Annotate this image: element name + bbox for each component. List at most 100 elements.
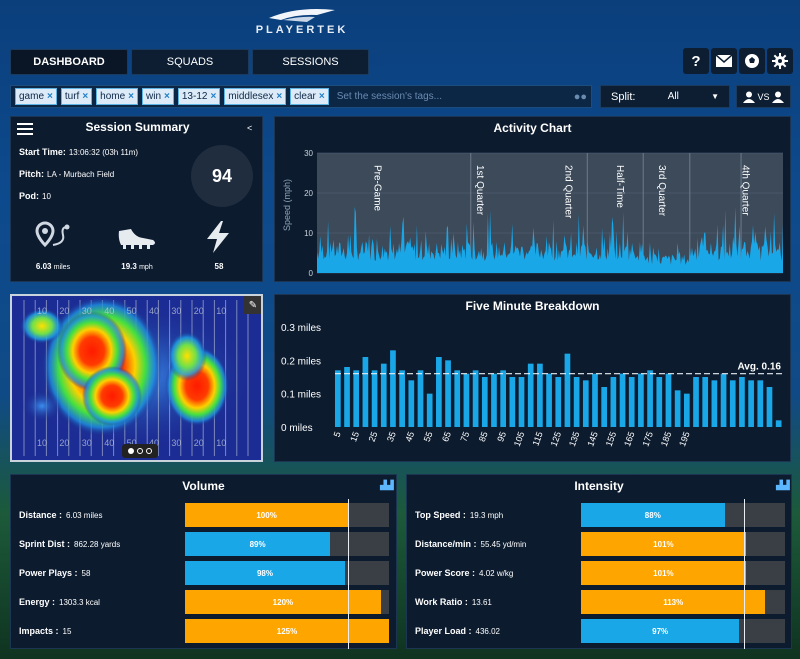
remove-tag-icon[interactable]: × <box>319 91 325 102</box>
share-icon[interactable]: < <box>247 123 252 133</box>
five-min-bar[interactable] <box>509 377 516 427</box>
five-min-bar[interactable] <box>674 390 681 427</box>
tab-dashboard[interactable]: DASHBOARD <box>10 49 128 75</box>
metric-label: Power Plays :58 <box>11 568 185 578</box>
five-min-bar[interactable] <box>463 373 470 427</box>
boot-icon <box>117 227 157 256</box>
mail-button[interactable] <box>711 48 737 74</box>
user-icon <box>771 91 784 103</box>
five-min-bar[interactable] <box>445 360 451 427</box>
five-min-bar[interactable] <box>729 380 736 427</box>
carousel-dot[interactable] <box>137 448 143 454</box>
pitch-value: LA - Murbach Field <box>47 170 115 179</box>
carousel-dots[interactable] <box>122 444 158 458</box>
metric-bar-track: 98% <box>185 561 389 585</box>
remove-tag-icon[interactable]: × <box>128 91 134 102</box>
five-min-bar[interactable] <box>610 377 617 427</box>
five-min-bar[interactable] <box>601 387 608 427</box>
sprints-stat: 58 <box>214 262 224 271</box>
caret-down-icon: ▼ <box>711 92 719 101</box>
tab-sessions[interactable]: SESSIONS <box>252 49 369 75</box>
five-min-bar[interactable] <box>390 350 396 427</box>
remove-tag-icon[interactable]: × <box>210 91 216 102</box>
metric-label: Distance/min :55.45 yd/min <box>407 539 581 549</box>
yard-label: 30 <box>82 438 92 448</box>
five-min-bar[interactable] <box>426 393 433 427</box>
five-min-bar[interactable] <box>436 357 442 427</box>
five-min-bar[interactable] <box>555 377 562 427</box>
five-min-bar[interactable] <box>665 373 672 427</box>
five-min-bar[interactable] <box>711 380 718 427</box>
five-min-bar[interactable] <box>454 370 461 427</box>
five-min-bar[interactable] <box>481 377 488 427</box>
yard-label: 30 <box>82 306 92 316</box>
five-min-x-tick: 95 <box>495 430 508 443</box>
five-min-bar[interactable] <box>362 357 369 427</box>
five-min-x-tick: 115 <box>530 430 544 447</box>
metric-value: 1303.3 kcal <box>59 598 100 607</box>
tag-chip: middlesex × <box>224 88 287 105</box>
edit-icon[interactable]: ✎ <box>243 296 261 314</box>
five-min-bar[interactable] <box>573 377 580 427</box>
carousel-dot[interactable] <box>128 448 134 454</box>
five-min-bar[interactable] <box>399 370 405 427</box>
five-min-bar[interactable] <box>582 380 589 427</box>
remove-tag-icon[interactable]: × <box>47 91 53 102</box>
five-min-bar[interactable] <box>417 370 424 427</box>
five-min-bar[interactable] <box>592 373 598 427</box>
compare-vs-button[interactable]: VS <box>736 85 791 108</box>
five-min-bar[interactable] <box>702 377 709 427</box>
five-min-bar[interactable] <box>500 370 506 427</box>
tag-chip: 13-12 × <box>177 88 221 105</box>
metric-bar-fill: 98% <box>185 561 345 585</box>
remove-tag-icon[interactable]: × <box>164 91 170 102</box>
bar-chart-icon[interactable]: ▟▟ <box>380 480 394 491</box>
five-min-bar[interactable] <box>353 370 360 427</box>
pod-value: 10 <box>42 192 51 201</box>
five-min-bar[interactable] <box>647 370 653 427</box>
volume-metric-row: Sprint Dist : 862.28 yards 89% <box>11 532 396 556</box>
mail-icon <box>716 55 732 67</box>
bar-chart-icon[interactable]: ▟▟ <box>776 480 790 491</box>
five-min-bar[interactable] <box>491 373 497 427</box>
five-min-bar[interactable] <box>720 373 727 427</box>
five-min-bar[interactable] <box>344 367 350 427</box>
remove-tag-icon[interactable]: × <box>82 91 88 102</box>
session-score: 94 <box>191 145 253 207</box>
five-min-bar[interactable] <box>335 370 341 427</box>
five-min-bar[interactable] <box>518 377 525 427</box>
five-min-bar[interactable] <box>371 370 378 427</box>
five-min-bar[interactable] <box>683 393 690 427</box>
start-time-row: Start Time: 13:06:32 (03h 11m) <box>19 147 138 157</box>
help-button[interactable]: ? <box>683 48 709 74</box>
five-min-bar[interactable] <box>775 420 782 427</box>
split-value: All <box>667 91 679 102</box>
five-min-bar[interactable] <box>628 377 635 427</box>
five-min-bar[interactable] <box>656 377 663 427</box>
five-min-bar[interactable] <box>564 353 571 427</box>
five-min-bar[interactable] <box>739 377 745 427</box>
five-min-bar[interactable] <box>638 373 644 427</box>
five-min-bar[interactable] <box>766 387 773 427</box>
metric-value: 6.03 miles <box>66 511 103 520</box>
carousel-dot[interactable] <box>146 448 152 454</box>
split-select[interactable]: Split: All ▼ <box>600 85 730 108</box>
five-min-bar[interactable] <box>472 370 479 427</box>
settings-button[interactable] <box>767 48 793 74</box>
tab-squads[interactable]: SQUADS <box>131 49 249 75</box>
five-min-bar[interactable] <box>546 373 552 427</box>
gear-icon <box>772 53 788 69</box>
five-min-bar[interactable] <box>408 380 415 427</box>
activity-chart-title: Activity Chart <box>493 121 572 135</box>
tags-input[interactable]: game × turf × home × win × 13-12 × middlesex ×… <box>10 85 592 108</box>
ball-button[interactable] <box>739 48 765 74</box>
remove-tag-icon[interactable]: × <box>276 91 282 102</box>
five-min-bar[interactable] <box>748 380 754 427</box>
yard-label: 20 <box>59 306 69 316</box>
five-min-bar[interactable] <box>757 380 764 427</box>
pitch-row: Pitch: LA - Murbach Field <box>19 169 114 179</box>
yard-label: 10 <box>37 306 47 316</box>
metric-name: Player Load : <box>415 626 472 636</box>
five-min-bar[interactable] <box>619 373 626 427</box>
five-min-bar[interactable] <box>693 377 699 427</box>
